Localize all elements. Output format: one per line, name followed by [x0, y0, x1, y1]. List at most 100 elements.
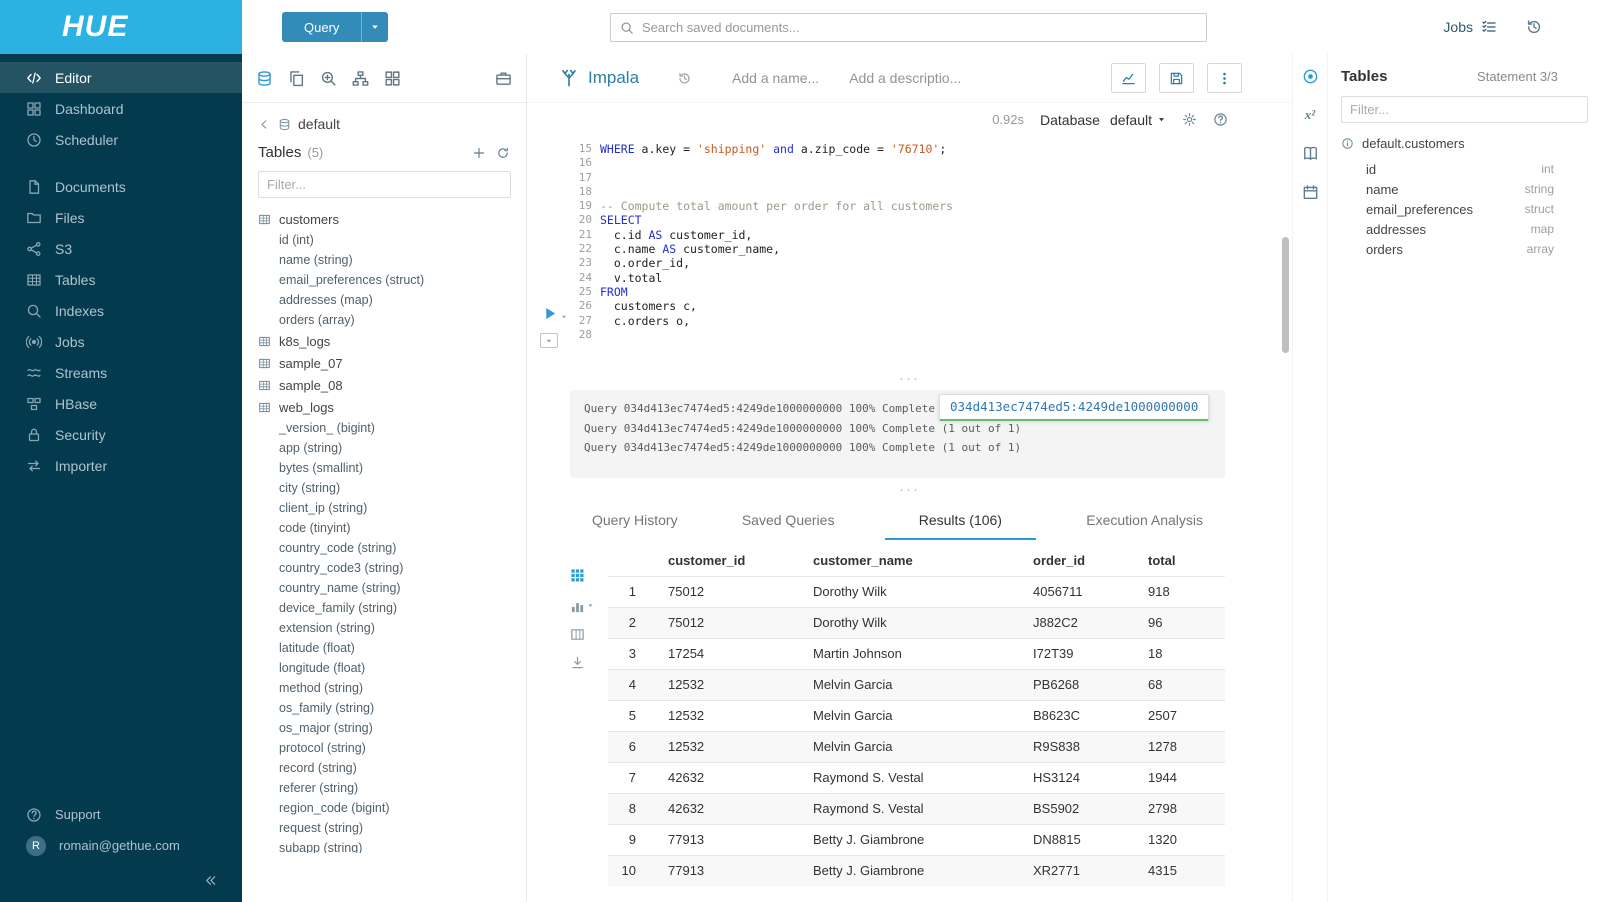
tab-results[interactable]: Results (106): [885, 502, 1036, 540]
language-reference-icon[interactable]: [1302, 145, 1319, 162]
columns-toggle-icon[interactable]: [570, 627, 585, 642]
resize-handle[interactable]: ···: [527, 375, 1292, 385]
sidebar-item-scheduler[interactable]: Scheduler: [0, 124, 242, 155]
chart-button[interactable]: [1111, 63, 1146, 93]
execute-button[interactable]: [543, 306, 568, 321]
table-row[interactable]: 742632Raymond S. VestalHS31241944: [608, 762, 1225, 793]
sidebar-item-documents[interactable]: Documents: [0, 171, 242, 202]
database-breadcrumb[interactable]: default: [298, 116, 340, 132]
sql-editor[interactable]: 1516171819202122232425262728 WHERE a.key…: [527, 138, 1292, 330]
code-lines[interactable]: WHERE a.key = 'shipping' and a.zip_code …: [592, 138, 1292, 330]
search-input[interactable]: [642, 20, 1197, 35]
info-icon[interactable]: [1341, 137, 1354, 150]
database-selector[interactable]: default: [1110, 112, 1166, 128]
settings-icon[interactable]: [1182, 112, 1197, 127]
functions-icon[interactable]: x²: [1305, 107, 1315, 123]
column-item[interactable]: namestring: [1341, 179, 1554, 199]
assistant-icon[interactable]: [1302, 68, 1319, 85]
tab-saved-queries[interactable]: Saved Queries: [728, 502, 849, 540]
table-row[interactable]: 175012Dorothy Wilk4056711918: [608, 576, 1225, 607]
engine-selector[interactable]: Impala: [559, 68, 639, 88]
grid-view-icon[interactable]: [570, 568, 585, 583]
column-item[interactable]: os_family (string): [258, 698, 526, 718]
table-row[interactable]: 612532Melvin GarciaR9S8381278: [608, 731, 1225, 762]
hue-logo[interactable]: HUE: [0, 0, 242, 54]
sidebar-item-indexes[interactable]: Indexes: [0, 295, 242, 326]
query-name-field[interactable]: Add a name...: [732, 70, 819, 86]
column-item[interactable]: device_family (string): [258, 598, 526, 618]
add-table-icon[interactable]: [472, 146, 486, 160]
column-item[interactable]: code (tinyint): [258, 518, 526, 538]
table-row[interactable]: 512532Melvin GarciaB8623C2507: [608, 700, 1225, 731]
column-item[interactable]: protocol (string): [258, 738, 526, 758]
table-row[interactable]: 977913Betty J. GiambroneDN88151320: [608, 824, 1225, 855]
history-button[interactable]: [1525, 18, 1543, 36]
more-actions-button[interactable]: [1207, 63, 1242, 93]
column-item[interactable]: email_preferencesstruct: [1341, 199, 1554, 219]
column-item[interactable]: name (string): [258, 250, 526, 270]
sidebar-item-editor[interactable]: Editor: [0, 62, 242, 93]
column-item[interactable]: bytes (smallint): [258, 458, 526, 478]
sidebar-item-jobs[interactable]: Jobs: [0, 326, 242, 357]
table-customers[interactable]: customers: [258, 208, 526, 230]
table-filter-input[interactable]: [258, 171, 511, 198]
sidebar-item-tables[interactable]: Tables: [0, 264, 242, 295]
tab-query-history[interactable]: Query History: [578, 502, 692, 540]
column-item[interactable]: country_name (string): [258, 578, 526, 598]
document-search[interactable]: [610, 13, 1207, 42]
column-item[interactable]: _version_ (bigint): [258, 418, 526, 438]
documents-icon[interactable]: [288, 70, 305, 87]
query-dropdown-caret[interactable]: [361, 12, 388, 42]
download-results-icon[interactable]: [570, 655, 585, 670]
column-item[interactable]: region_code (bigint): [258, 798, 526, 818]
briefcase-icon[interactable]: [495, 70, 512, 87]
help-icon[interactable]: [1213, 112, 1228, 127]
column-item[interactable]: extension (string): [258, 618, 526, 638]
editor-context-button[interactable]: [540, 333, 558, 348]
column-item[interactable]: record (string): [258, 758, 526, 778]
column-item[interactable]: request (string): [258, 818, 526, 838]
sidebar-item-streams[interactable]: Streams: [0, 357, 242, 388]
user-menu[interactable]: R romain@gethue.com: [0, 830, 242, 861]
chart-picker-icon[interactable]: [570, 596, 594, 614]
zoom-icon[interactable]: [320, 70, 337, 87]
table-web_logs[interactable]: web_logs: [258, 396, 526, 418]
sidebar-item-files[interactable]: Files: [0, 202, 242, 233]
column-item[interactable]: city (string): [258, 478, 526, 498]
sidebar-item-security[interactable]: Security: [0, 419, 242, 450]
refresh-icon[interactable]: [496, 146, 510, 160]
support-link[interactable]: Support: [0, 799, 242, 830]
save-button[interactable]: [1159, 63, 1194, 93]
back-icon[interactable]: [258, 118, 271, 131]
apps-grid-icon[interactable]: [384, 70, 401, 87]
new-query-button[interactable]: Query: [282, 12, 388, 42]
databases-icon[interactable]: [256, 70, 273, 87]
table-row[interactable]: 842632Raymond S. VestalBS59022798: [608, 793, 1225, 824]
column-item[interactable]: orders (array): [258, 310, 526, 330]
column-item[interactable]: country_code (string): [258, 538, 526, 558]
sidebar-item-importer[interactable]: Importer: [0, 450, 242, 481]
table-sample_07[interactable]: sample_07: [258, 352, 526, 374]
column-item[interactable]: referer (string): [258, 778, 526, 798]
column-item[interactable]: addressesmap: [1341, 219, 1554, 239]
sidebar-collapse-button[interactable]: [0, 861, 242, 890]
column-item[interactable]: id (int): [258, 230, 526, 250]
table-row[interactable]: 317254Martin JohnsonI72T3918: [608, 638, 1225, 669]
column-item[interactable]: longitude (float): [258, 658, 526, 678]
sidebar-item-dashboard[interactable]: Dashboard: [0, 93, 242, 124]
table-k8s_logs[interactable]: k8s_logs: [258, 330, 526, 352]
query-description-field[interactable]: Add a descriptio...: [849, 70, 961, 86]
column-item[interactable]: os_major (string): [258, 718, 526, 738]
column-item[interactable]: latitude (float): [258, 638, 526, 658]
column-item[interactable]: app (string): [258, 438, 526, 458]
column-item[interactable]: addresses (map): [258, 290, 526, 310]
column-item[interactable]: subapp (string): [258, 838, 526, 853]
table-row[interactable]: 1077913Betty J. GiambroneXR27714315: [608, 855, 1225, 886]
column-item[interactable]: country_code3 (string): [258, 558, 526, 578]
right-filter-input[interactable]: [1341, 96, 1588, 123]
table-row[interactable]: 275012Dorothy WilkJ882C296: [608, 607, 1225, 638]
query-id-tooltip[interactable]: 034d413ec7474ed5:4249de1000000000: [939, 394, 1209, 421]
column-item[interactable]: email_preferences (struct): [258, 270, 526, 290]
query-history-icon[interactable]: [677, 71, 692, 86]
column-item[interactable]: idint: [1341, 159, 1554, 179]
